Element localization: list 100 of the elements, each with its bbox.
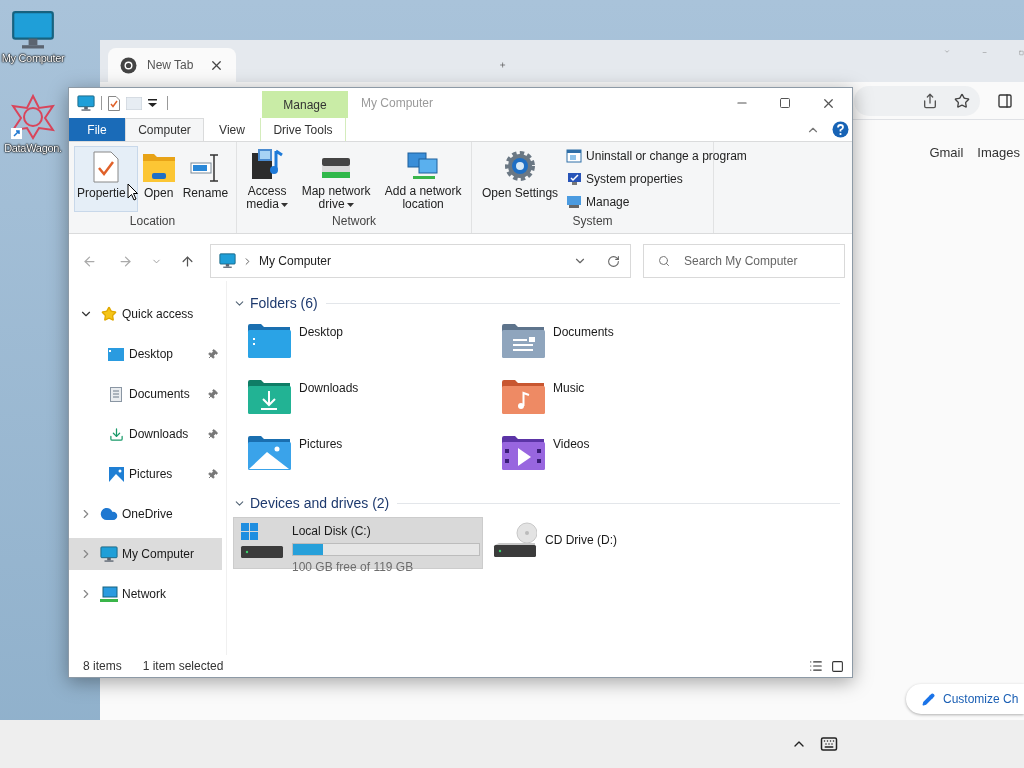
nav-item-label: Downloads	[129, 426, 189, 443]
ribbon-tab[interactable]: File	[69, 118, 125, 141]
search-field[interactable]: Search My Computer	[643, 244, 845, 278]
nav-tree-item[interactable]: Downloads	[69, 418, 222, 450]
network-computers-icon	[407, 151, 440, 181]
shortcut-icon	[11, 94, 55, 141]
folder-icon	[247, 435, 291, 471]
pencil-icon	[922, 692, 935, 706]
maximize-icon[interactable]	[779, 97, 791, 109]
ribbon-small-button[interactable]: Uninstall or change a program	[566, 147, 747, 165]
computer-icon	[100, 545, 118, 563]
folder-icon	[501, 435, 545, 471]
ribbon-button[interactable]: Rename	[179, 146, 232, 212]
checked-document-icon	[92, 151, 119, 183]
ribbon-group-label: System	[571, 213, 614, 230]
item-name: Desktop	[299, 324, 344, 341]
share-icon[interactable]	[922, 92, 938, 109]
folder-tile[interactable]: Documents	[487, 317, 741, 373]
computer-icon	[219, 253, 236, 269]
computer-check-icon	[566, 172, 583, 186]
rename-icon	[190, 153, 221, 183]
back-icon[interactable]	[82, 253, 97, 269]
ribbon-button[interactable]: Map network drive	[293, 146, 380, 212]
item-name: Downloads	[299, 380, 359, 397]
nav-item-label: Documents	[129, 386, 190, 403]
bookmark-star-icon[interactable]	[954, 92, 970, 109]
nav-tree-item[interactable]: Desktop	[69, 338, 222, 370]
up-icon[interactable]	[180, 253, 195, 269]
folder-tile[interactable]: Downloads	[233, 373, 487, 429]
customize-button[interactable]: Customize Ch	[906, 684, 1024, 714]
item-count: 8 items	[83, 658, 122, 675]
address-bar[interactable]	[854, 85, 980, 116]
properties-icon[interactable]	[108, 95, 120, 111]
details-view-icon[interactable]	[809, 659, 823, 673]
item-name: Music	[553, 380, 585, 397]
address-bar[interactable]: My Computer	[210, 244, 631, 278]
header-link[interactable]: Gmail	[929, 143, 964, 163]
item-name: Videos	[553, 436, 590, 453]
keyboard-icon[interactable]	[820, 735, 838, 753]
item-name: Local Disk (C:)	[292, 523, 372, 540]
nav-item-label: Desktop	[129, 346, 174, 363]
desktop-icon	[108, 347, 124, 361]
folder-icon	[501, 379, 545, 415]
nav-item-label: My Computer	[122, 546, 195, 563]
ribbon-button[interactable]: Add a network location	[380, 146, 467, 212]
nav-tree-item[interactable]: Documents	[69, 378, 222, 410]
folder-tile[interactable]: Videos	[487, 429, 741, 485]
ribbon-tab[interactable]: Computer	[125, 118, 204, 141]
ribbon-button[interactable]: Open	[138, 146, 179, 212]
download-icon	[108, 426, 124, 442]
nav-tree-item[interactable]: Quick access	[69, 298, 222, 330]
item-name: Documents	[553, 324, 614, 341]
ribbon-small-button[interactable]: Manage	[566, 193, 747, 211]
picture-icon	[108, 466, 124, 482]
folder-tile[interactable]: Pictures	[233, 429, 487, 485]
nav-tree-item[interactable]: Network	[69, 578, 222, 610]
folder-icon	[501, 323, 545, 359]
customize-toolbar-icon[interactable]	[148, 99, 157, 107]
media-icon	[250, 147, 285, 181]
section-header[interactable]: Folders (6)	[250, 292, 318, 314]
refresh-icon[interactable]	[607, 254, 620, 268]
program-window-icon	[566, 149, 583, 163]
item-name: Pictures	[299, 436, 343, 453]
large-icons-view-icon[interactable]	[831, 659, 844, 673]
ribbon-button[interactable]: Propertie	[74, 146, 138, 212]
selection-count: 1 item selected	[142, 658, 224, 675]
ribbon-group-label: Location	[128, 213, 177, 230]
forward-icon[interactable]	[118, 253, 133, 269]
ribbon-tab[interactable]: Drive Tools	[260, 118, 346, 141]
star-icon	[101, 306, 117, 322]
folder-icon	[247, 323, 291, 359]
browser-tab[interactable]: New Tab	[108, 48, 236, 82]
tab-title: New Tab	[147, 57, 194, 74]
ribbon-group-label: Network	[331, 213, 378, 230]
nav-item-label: Pictures	[129, 466, 173, 483]
drive-tile[interactable]: CD Drive (D:)	[487, 517, 737, 569]
header-link[interactable]: Images	[977, 143, 1020, 163]
help-icon[interactable]	[832, 121, 849, 138]
breadcrumb-item[interactable]: My Computer	[259, 252, 332, 270]
folder-tile[interactable]: Desktop	[233, 317, 487, 373]
folder-tile[interactable]: Music	[487, 373, 741, 429]
nav-item-label: OneDrive	[122, 506, 173, 523]
computer-icon	[11, 10, 55, 50]
browser-logo-icon	[120, 56, 137, 74]
section-header[interactable]: Devices and drives (2)	[250, 492, 390, 514]
folder-icon	[141, 153, 176, 183]
ribbon-small-button[interactable]: System properties	[566, 170, 747, 188]
nav-tree-item[interactable]: OneDrive	[69, 498, 222, 530]
nav-tree-item[interactable]: My Computer	[69, 538, 222, 570]
ribbon-button[interactable]: Access media	[242, 146, 293, 212]
contextual-tab-header: Manage	[262, 91, 348, 118]
nav-tree-item[interactable]: Pictures	[69, 458, 222, 490]
computer-icon	[77, 94, 95, 112]
drive-tile[interactable]: Local Disk (C:) 100 GB free of 119 GB	[233, 517, 483, 569]
ribbon-button[interactable]: Open Settings	[477, 146, 564, 212]
network-computer-icon	[100, 585, 118, 603]
cloud-icon	[100, 505, 118, 523]
cursor-icon	[126, 183, 138, 201]
window-title: My Computer	[361, 95, 434, 112]
side-panel-icon[interactable]	[997, 92, 1013, 109]
